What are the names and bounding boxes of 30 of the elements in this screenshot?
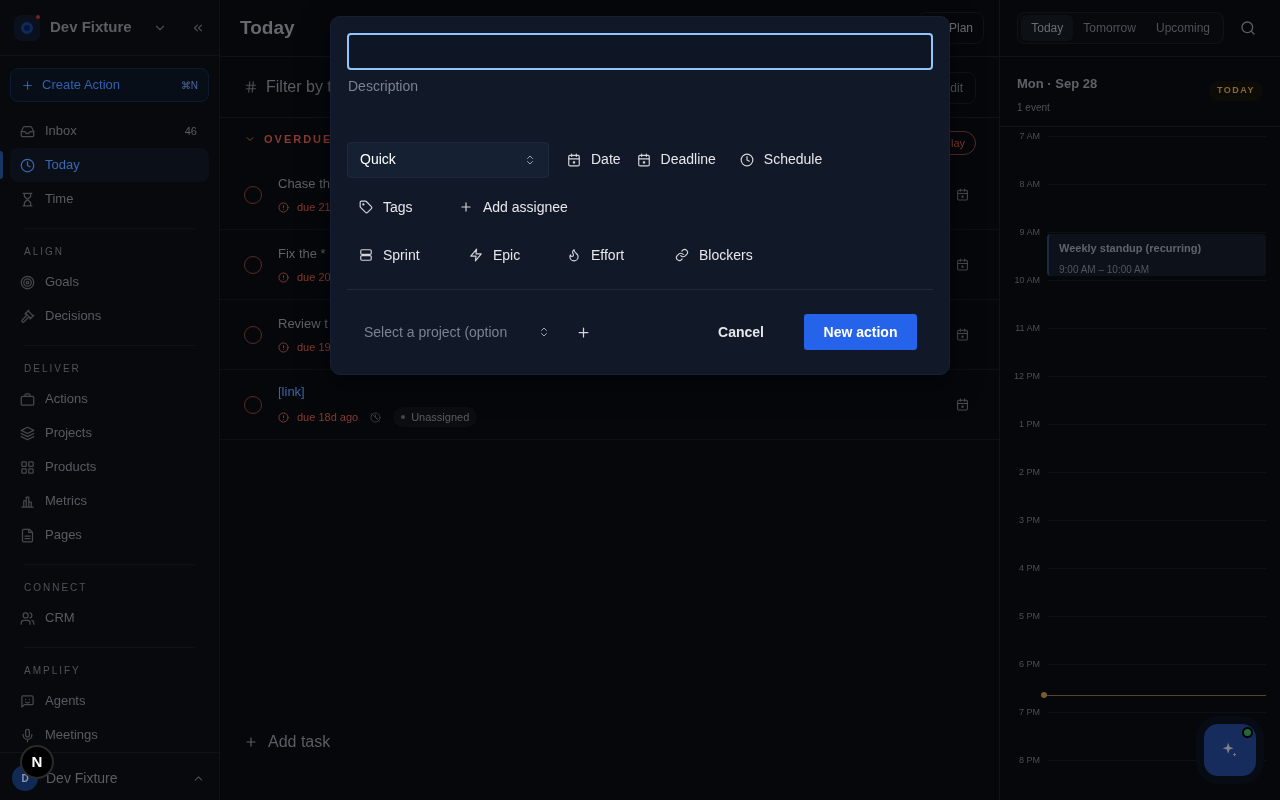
hour-label: 8 AM <box>1019 178 1040 191</box>
hour-label: 1 PM <box>1019 418 1040 431</box>
calendar-date: Mon · Sep 28 <box>1017 75 1098 93</box>
hour-label: 5 PM <box>1019 610 1040 623</box>
hour-label: 8 PM <box>1019 754 1040 767</box>
hour-label: 7 PM <box>1019 706 1040 719</box>
shortcut-hint: ⌘N <box>180 78 198 93</box>
due-label: due 20 <box>297 270 331 285</box>
section-label: ALIGN <box>23 245 65 259</box>
section-label: AMPLIFY <box>23 664 82 678</box>
hour-label: 12 PM <box>1014 370 1040 383</box>
hour-label: 2 PM <box>1019 466 1040 479</box>
event-time: 9:00 AM – 10:00 AM <box>1059 262 1151 277</box>
event-title: Weekly standup (recurring) <box>1059 241 1203 256</box>
hour-label: 3 PM <box>1019 514 1040 527</box>
today-badge: TODAY <box>1209 81 1263 101</box>
hour-label: 4 PM <box>1019 562 1040 575</box>
hour-label: 7 AM <box>1019 130 1040 143</box>
due-label: due 18d ago <box>297 410 359 425</box>
inbox-count: 46 <box>184 123 197 139</box>
section-label: CONNECT <box>23 581 89 595</box>
page-title: Today <box>240 15 295 40</box>
hour-label: 10 AM <box>1014 274 1040 287</box>
due-label: due 21 <box>297 200 331 215</box>
event-count: 1 event <box>1017 100 1051 115</box>
hour-label: 6 PM <box>1019 658 1040 671</box>
hour-label: 11 AM <box>1015 322 1040 335</box>
hour-label: 9 AM <box>1019 226 1040 239</box>
due-label: due 19 <box>297 340 331 355</box>
section-label: DELIVER <box>23 362 82 376</box>
